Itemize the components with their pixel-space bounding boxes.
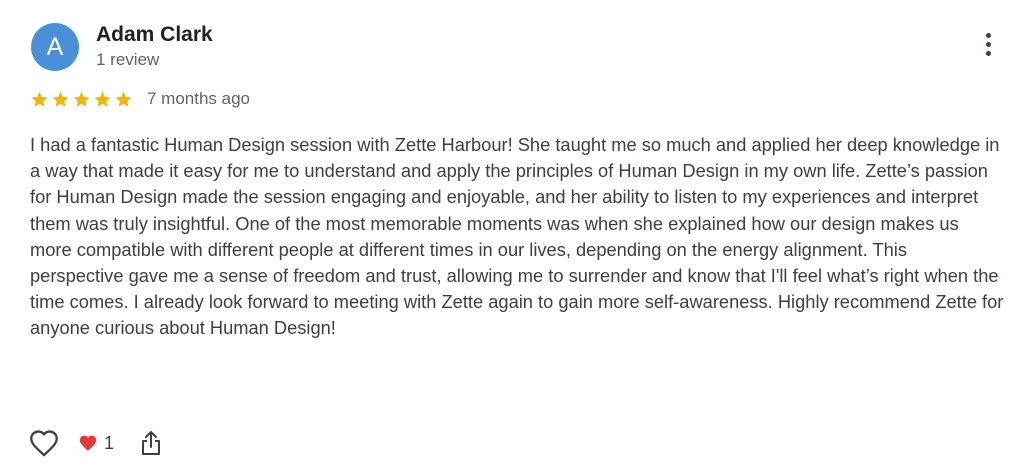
star-icon [31, 91, 48, 107]
reviewer-name[interactable]: Adam Clark [96, 23, 213, 47]
rating-row: 7 months ago [30, 88, 250, 110]
more-options-icon[interactable] [976, 33, 1000, 63]
share-button[interactable] [140, 428, 166, 458]
star-icon [73, 91, 90, 107]
reaction-indicator[interactable]: 1 [78, 433, 114, 454]
star-icon [94, 91, 111, 107]
review-actions: 1 [28, 428, 166, 458]
share-icon [142, 431, 161, 455]
like-button[interactable] [28, 428, 60, 458]
star-rating [30, 90, 133, 109]
avatar[interactable]: A [31, 23, 79, 71]
review-time: 7 months ago [147, 89, 251, 108]
red-heart-icon [79, 435, 97, 451]
review-count: 1 review [96, 50, 160, 69]
review-text: I had a fantastic Human Design session w… [30, 134, 1004, 339]
heart-outline-icon [30, 430, 58, 457]
star-icon [52, 91, 69, 107]
star-icon [115, 91, 132, 107]
reaction-count: 1 [104, 432, 115, 453]
